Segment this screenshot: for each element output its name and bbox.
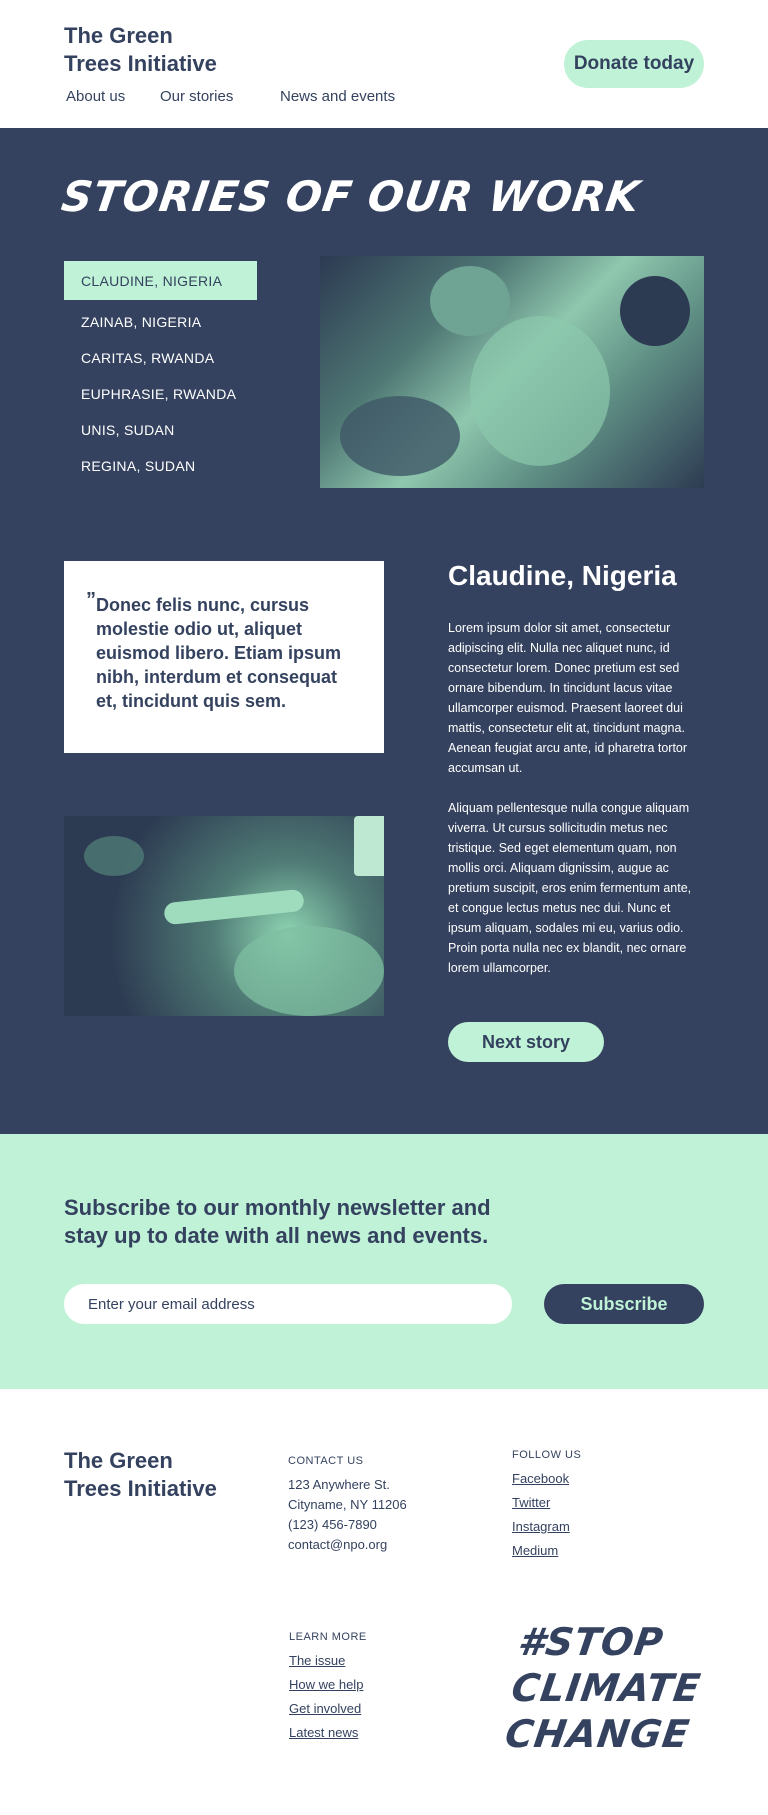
quote-mark: ” [86,589,96,611]
email-input[interactable] [64,1284,512,1324]
link-get-involved[interactable]: Get involved [289,1699,367,1719]
logo-line1: The Green [64,23,173,48]
site-logo[interactable]: The Green Trees Initiative [64,22,217,78]
story-item-caritas[interactable]: CARITAS, RWANDA [64,340,257,376]
slogan-line3: CHANGE [502,1712,693,1756]
story-item-unis[interactable]: UNIS, SUDAN [64,412,257,448]
contact-column: CONTACT US 123 Anywhere St. Cityname, NY… [288,1451,407,1555]
story-item-zainab[interactable]: ZAINAB, NIGERIA [64,304,257,340]
site-footer: The Green Trees Initiative CONTACT US 12… [0,1389,768,1815]
learn-heading: LEARN MORE [289,1631,367,1643]
follow-heading: FOLLOW US [512,1449,582,1461]
quote-text: Donec felis nunc, cursus molestie odio u… [96,595,342,711]
address-line2: Cityname, NY 11206 [288,1497,407,1512]
site-header: The Green Trees Initiative About us Our … [0,0,768,128]
nav-news-events[interactable]: News and events [280,88,395,105]
stories-section: STORIES OF OUR WORK CLAUDINE, NIGERIA ZA… [0,128,768,1134]
stories-title: STORIES OF OUR WORK [58,172,644,221]
story-item-euphrasie[interactable]: EUPHRASIE, RWANDA [64,376,257,412]
stop-climate-change-slogan: #STOP CLIMATE CHANGE [502,1619,710,1757]
logo-line2: Trees Initiative [64,51,217,76]
phone-number: (123) 456-7890 [288,1517,377,1532]
nav-about-us[interactable]: About us [66,88,125,105]
newsletter-title: Subscribe to our monthly newsletter and … [64,1195,491,1248]
footer-logo-line2: Trees Initiative [64,1476,217,1501]
slogan-line2: CLIMATE [508,1666,704,1710]
quote-box: ” Donec felis nunc, cursus molestie odio… [64,561,384,753]
instagram-link[interactable]: Instagram [512,1517,581,1537]
story-paragraph-2: Aliquam pellentesque nulla congue aliqua… [448,801,692,975]
follow-column: FOLLOW US Facebook Twitter Instagram Med… [512,1445,581,1565]
story-list: CLAUDINE, NIGERIA ZAINAB, NIGERIA CARITA… [64,261,257,484]
subscribe-button[interactable]: Subscribe [544,1284,704,1324]
learn-column: LEARN MORE The issue How we help Get inv… [289,1627,367,1747]
story-item-claudine[interactable]: CLAUDINE, NIGERIA [64,261,257,300]
story-body: Lorem ipsum dolor sit amet, consectetur … [448,618,704,998]
footer-logo-line1: The Green [64,1448,173,1473]
story-name: Claudine, Nigeria [448,560,677,591]
story-item-regina[interactable]: REGINA, SUDAN [64,448,257,484]
nav-our-stories[interactable]: Our stories [160,88,233,105]
story-photo-hands-soil [64,816,384,1016]
slogan-line1: #STOP [515,1620,667,1664]
twitter-link[interactable]: Twitter [512,1493,581,1513]
footer-logo[interactable]: The Green Trees Initiative [64,1447,217,1503]
facebook-link[interactable]: Facebook [512,1469,581,1489]
story-paragraph-1: Lorem ipsum dolor sit amet, consectetur … [448,621,688,775]
donate-button[interactable]: Donate today [564,40,704,88]
contact-heading: CONTACT US [288,1455,364,1467]
link-how-we-help[interactable]: How we help [289,1675,367,1695]
contact-email[interactable]: contact@npo.org [288,1535,407,1555]
address-line1: 123 Anywhere St. [288,1477,390,1492]
newsletter-section: Subscribe to our monthly newsletter and … [0,1134,768,1389]
next-story-button[interactable]: Next story [448,1022,604,1062]
link-latest-news[interactable]: Latest news [289,1723,367,1743]
story-photo-woman-planting [320,256,704,488]
link-the-issue[interactable]: The issue [289,1651,367,1671]
medium-link[interactable]: Medium [512,1541,581,1561]
